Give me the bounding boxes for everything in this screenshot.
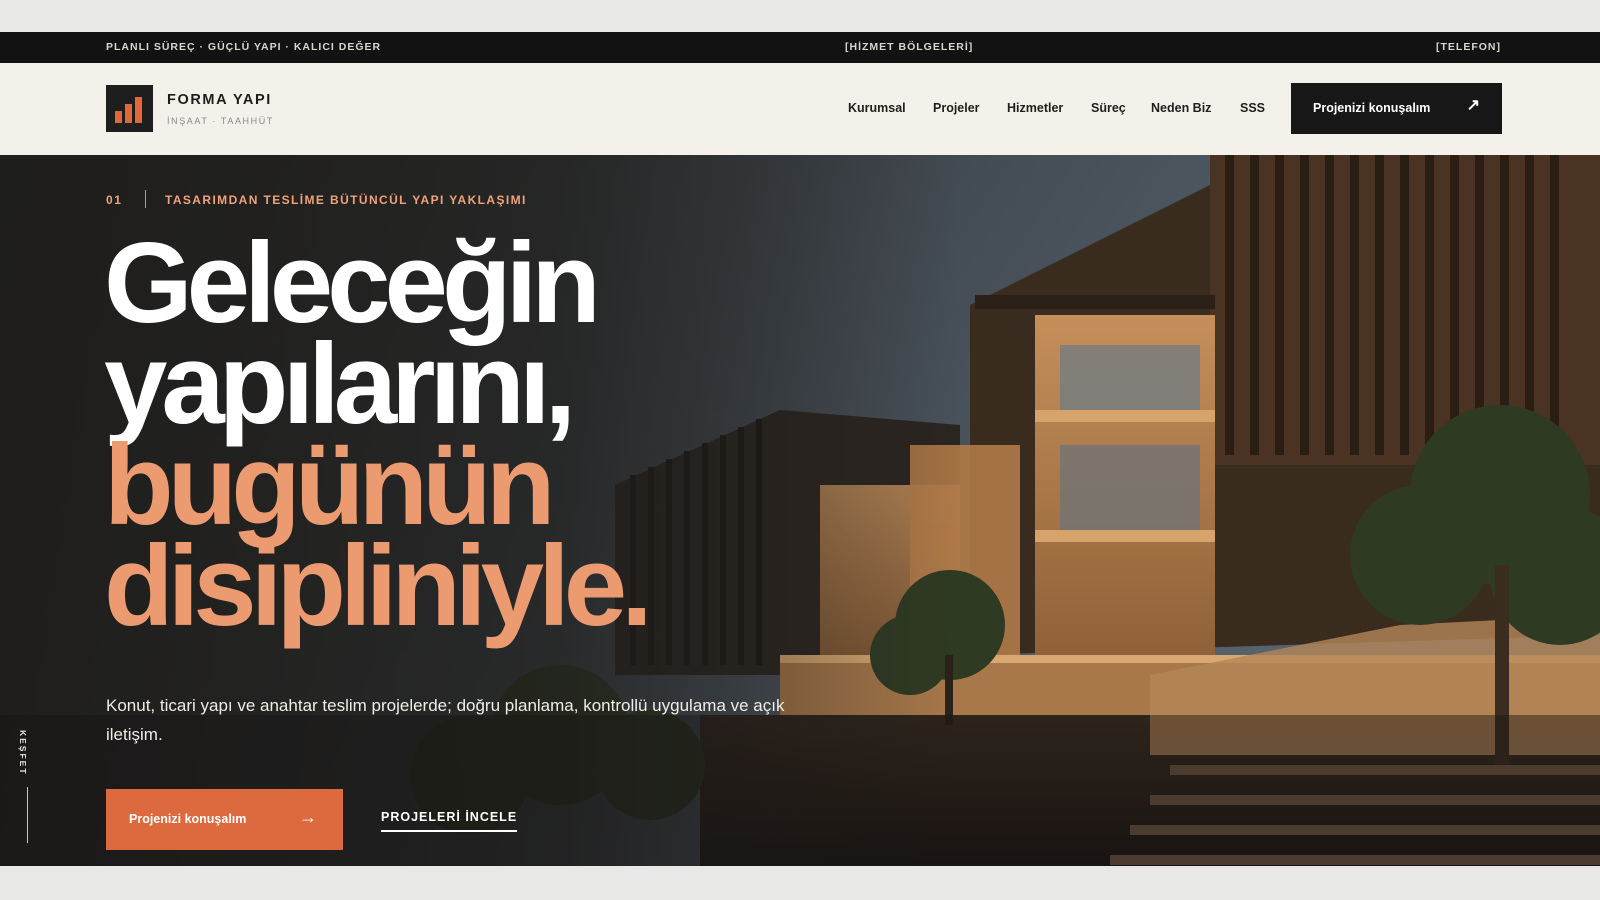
- hero-lead-text: Konut, ticari yapı ve anahtar teslim pro…: [106, 696, 785, 744]
- view-projects-link[interactable]: PROJELERİ İNCELE: [381, 810, 518, 832]
- brand-name[interactable]: FORMA YAPI: [167, 92, 272, 108]
- phone-link[interactable]: [TELEFON]: [1436, 41, 1501, 53]
- nav-kurumsal[interactable]: Kurumsal: [848, 101, 906, 115]
- nav-neden-biz[interactable]: Neden Biz: [1151, 101, 1211, 115]
- topbar-slogan: PLANLI SÜREÇ · GÜÇLÜ YAPI · KALICI DEĞER: [106, 41, 382, 53]
- hero-cta-button[interactable]: Projenizi konuşalım →: [106, 789, 343, 850]
- top-info-bar: PLANLI SÜREÇ · GÜÇLÜ YAPI · KALICI DEĞER…: [0, 32, 1600, 63]
- headline-line-3: bugünün: [104, 422, 555, 549]
- brand-tagline: İNŞAAT · TAAHHÜT: [167, 116, 274, 126]
- headline-line-1: Geleceğin: [104, 220, 601, 347]
- site-header: FORMA YAPI İNŞAAT · TAAHHÜT Kurumsal Pro…: [0, 63, 1600, 155]
- discover-scroll-line: [27, 787, 28, 843]
- nav-surec[interactable]: Süreç: [1091, 101, 1126, 115]
- nav-hizmetler[interactable]: Hizmetler: [1007, 101, 1063, 115]
- page: PLANLI SÜREÇ · GÜÇLÜ YAPI · KALICI DEĞER…: [0, 32, 1600, 866]
- nav-sss[interactable]: SSS: [1240, 101, 1265, 115]
- eyebrow-divider: [145, 190, 146, 208]
- eyebrow-text: TASARIMDAN TESLİME BÜTÜNCÜL YAPI YAKLAŞI…: [165, 193, 527, 207]
- service-areas-link[interactable]: [HİZMET BÖLGELERİ]: [845, 41, 973, 53]
- hero-headline: Geleceğin yapılarını, bugünün disipliniy…: [104, 220, 653, 650]
- discover-scroll-label[interactable]: KEŞFET: [18, 730, 28, 776]
- hero-section: 01 TASARIMDAN TESLİME BÜTÜNCÜL YAPI YAKL…: [0, 155, 1600, 866]
- headline-line-4: disipliniyle.: [104, 523, 653, 650]
- header-cta-label: Projenizi konuşalım: [1313, 101, 1431, 115]
- eyebrow-number: 01: [106, 193, 123, 207]
- hero-cta-label: Projenizi konuşalım: [129, 812, 247, 826]
- header-cta-button[interactable]: Projenizi konuşalım ↗: [1291, 83, 1502, 134]
- headline-line-2: yapılarını,: [104, 321, 576, 448]
- nav-projeler[interactable]: Projeler: [933, 101, 980, 115]
- arrow-right-icon: →: [299, 807, 317, 827]
- bar-chart-icon[interactable]: [106, 85, 153, 132]
- arrow-up-right-icon: ↗: [1466, 97, 1480, 114]
